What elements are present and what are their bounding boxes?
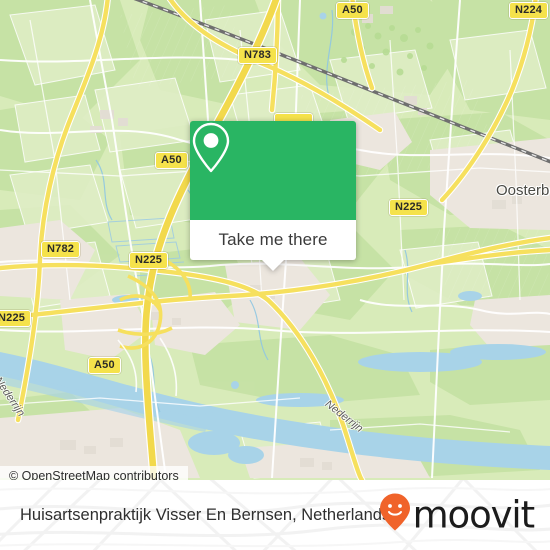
road-shield-a50-top: A50 <box>336 2 369 19</box>
road-shield-n225-west: N225 <box>0 310 32 327</box>
moovit-wordmark: moovit <box>412 493 536 537</box>
place-label-oosterbeek: Oosterbeek <box>496 182 550 199</box>
moovit-pin-icon <box>379 493 411 538</box>
map-canvas[interactable]: A50 N224 N783 A50 N225 N782 N225 N225 A5… <box>0 0 550 480</box>
road-shield-n783: N783 <box>238 47 278 64</box>
take-me-there-label: Take me there <box>218 230 328 249</box>
road-shield-n225-mid: N225 <box>129 252 169 269</box>
road-shield-n224: N224 <box>509 2 549 19</box>
osm-attribution[interactable]: © OpenStreetMap contributors <box>0 466 188 480</box>
road-shield-n782: N782 <box>41 241 81 258</box>
popup-footer[interactable]: Take me there <box>190 220 356 271</box>
page-title: Huisartsenpraktijk Visser En Bernsen, Ne… <box>20 505 391 524</box>
location-popup[interactable]: Take me there <box>190 121 356 271</box>
popup-header <box>190 121 356 220</box>
popup-pointer <box>262 260 284 271</box>
road-shield-a50-south: A50 <box>88 357 121 374</box>
map-screenshot: A50 N224 N783 A50 N225 N782 N225 N225 A5… <box>0 0 550 550</box>
road-shield-a50-left: A50 <box>155 152 188 169</box>
page-footer: Huisartsenpraktijk Visser En Bernsen, Ne… <box>0 480 550 550</box>
road-shield-n225-east: N225 <box>389 199 429 216</box>
moovit-logo[interactable]: moovit <box>379 493 536 538</box>
